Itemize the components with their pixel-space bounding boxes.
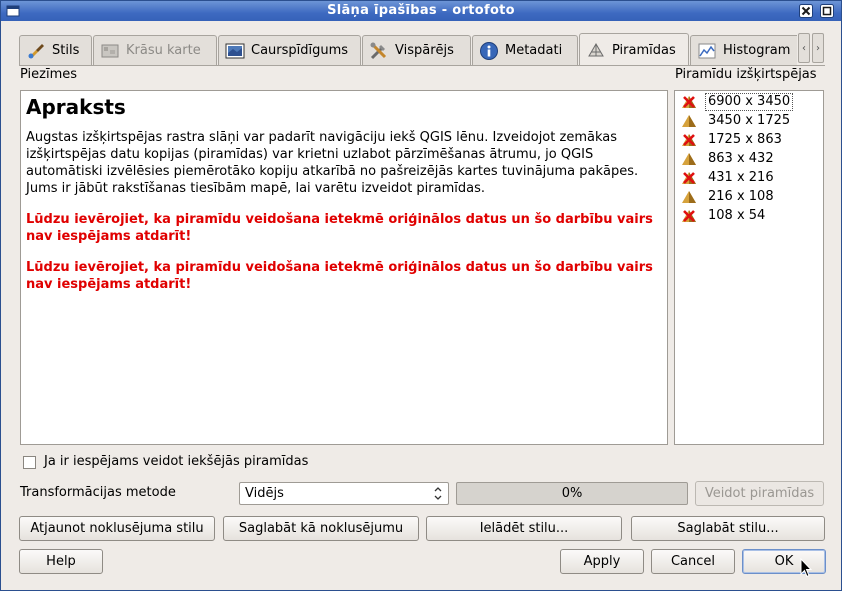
internal-pyramids-checkbox[interactable]	[23, 456, 36, 469]
chevron-right-icon: ›	[816, 42, 820, 54]
pyramid-icon	[682, 190, 696, 203]
tab-histogram[interactable]: Histogram	[690, 35, 797, 65]
window-menu-icon[interactable]	[5, 3, 21, 19]
list-item[interactable]: 863 x 432	[675, 149, 823, 168]
resolution-label: 431 x 216	[708, 169, 774, 185]
resolution-label: 216 x 108	[708, 188, 774, 204]
notes-warning: Lūdzu ievērojiet, ka piramīdu veidošana …	[26, 212, 653, 244]
transform-method-label: Transformācijas metode	[20, 485, 176, 500]
notes-heading: Apraksts	[26, 95, 126, 119]
build-pyramids-button[interactable]: Veidot piramīdas	[695, 481, 824, 506]
notes-warning-repeat: Lūdzu ievērojiet, ka piramīdu veidošana …	[26, 260, 653, 292]
ok-button[interactable]: OK	[742, 549, 826, 574]
no-pyramid-icon	[682, 95, 696, 108]
no-pyramid-icon	[682, 133, 696, 146]
pyramid-icon	[588, 43, 604, 57]
tab-scroll-left-button[interactable]: ‹	[798, 33, 810, 63]
pyramid-progress-bar: 0%	[456, 482, 688, 505]
load-style-button[interactable]: Ielādēt stilu...	[426, 516, 622, 541]
tab-bar: Stils Krāsu karte Caurspīdīgums Vispārēj…	[19, 33, 797, 65]
info-icon	[480, 41, 498, 60]
internal-pyramids-label: Ja ir iespējams veidot iekšējās piramīda…	[44, 454, 309, 469]
help-button[interactable]: Help	[19, 549, 103, 574]
list-item[interactable]: 3450 x 1725	[675, 111, 823, 130]
save-style-button[interactable]: Saglabāt stilu...	[631, 516, 825, 541]
transparency-icon	[225, 43, 245, 58]
tools-icon	[370, 42, 387, 59]
updown-arrows-icon	[434, 487, 442, 500]
apply-button[interactable]: Apply	[560, 549, 644, 574]
mouse-cursor-icon	[800, 558, 812, 578]
notes-description: Augstas izšķirtspējas rastra slāņi var p…	[26, 130, 639, 196]
close-icon[interactable]	[798, 3, 814, 19]
brush-icon	[28, 43, 44, 58]
pyramid-icon	[682, 114, 696, 127]
list-item[interactable]: 1725 x 863	[675, 130, 823, 149]
resolution-label: 108 x 54	[708, 207, 766, 223]
transform-method-value: Vidējs	[245, 486, 284, 501]
list-item[interactable]: 108 x 54	[675, 206, 823, 225]
chevron-left-icon: ‹	[802, 42, 806, 54]
histogram-icon	[698, 43, 716, 58]
title-bar[interactable]: Slāņa īpašības - ortofoto	[1, 1, 841, 21]
resolution-label: 1725 x 863	[708, 131, 782, 147]
resolution-label: 3450 x 1725	[708, 112, 791, 128]
resolutions-label: Piramīdu izšķirtspējas	[675, 67, 817, 82]
save-as-default-button[interactable]: Saglabāt kā noklusējumu	[223, 516, 419, 541]
tab-transparency[interactable]: Caurspīdīgums	[218, 35, 361, 65]
progress-text: 0%	[561, 486, 583, 501]
pyramid-resolutions-list[interactable]: 6900 x 3450 3450 x 1725 1725 x 863 863 x 43…	[674, 90, 824, 445]
pyramid-icon	[682, 152, 696, 165]
tab-scroll-right-button[interactable]: ›	[812, 33, 824, 63]
no-pyramid-icon	[682, 209, 696, 222]
layer-properties-dialog: Slāņa īpašības - ortofoto Stils Krāsu ka…	[0, 0, 842, 591]
colormap-icon	[101, 44, 119, 57]
resolution-label: 863 x 432	[708, 150, 774, 166]
tab-general[interactable]: Vispārējs	[362, 35, 471, 65]
tab-pyramids[interactable]: Piramīdas	[579, 33, 689, 65]
tab-divider	[19, 65, 825, 66]
notes-label: Piezīmes	[20, 67, 78, 82]
list-item[interactable]: 6900 x 3450	[675, 92, 823, 111]
tab-metadata[interactable]: Metadati	[472, 35, 578, 65]
notes-text-area[interactable]: Apraksts Augstas izšķirtspējas rastra sl…	[20, 90, 668, 445]
tab-style[interactable]: Stils	[19, 35, 92, 65]
restore-default-style-button[interactable]: Atjaunot noklusējuma stilu	[19, 516, 215, 541]
tab-colormap[interactable]: Krāsu karte	[93, 35, 217, 65]
transform-method-select[interactable]: Vidējs	[239, 482, 449, 505]
no-pyramid-icon	[682, 171, 696, 184]
list-item[interactable]: 431 x 216	[675, 168, 823, 187]
cancel-button[interactable]: Cancel	[651, 549, 735, 574]
maximize-icon[interactable]	[819, 3, 835, 19]
resolution-label: 6900 x 3450	[704, 92, 794, 111]
window-title: Slāņa īpašības - ortofoto	[327, 3, 515, 18]
list-item[interactable]: 216 x 108	[675, 187, 823, 206]
